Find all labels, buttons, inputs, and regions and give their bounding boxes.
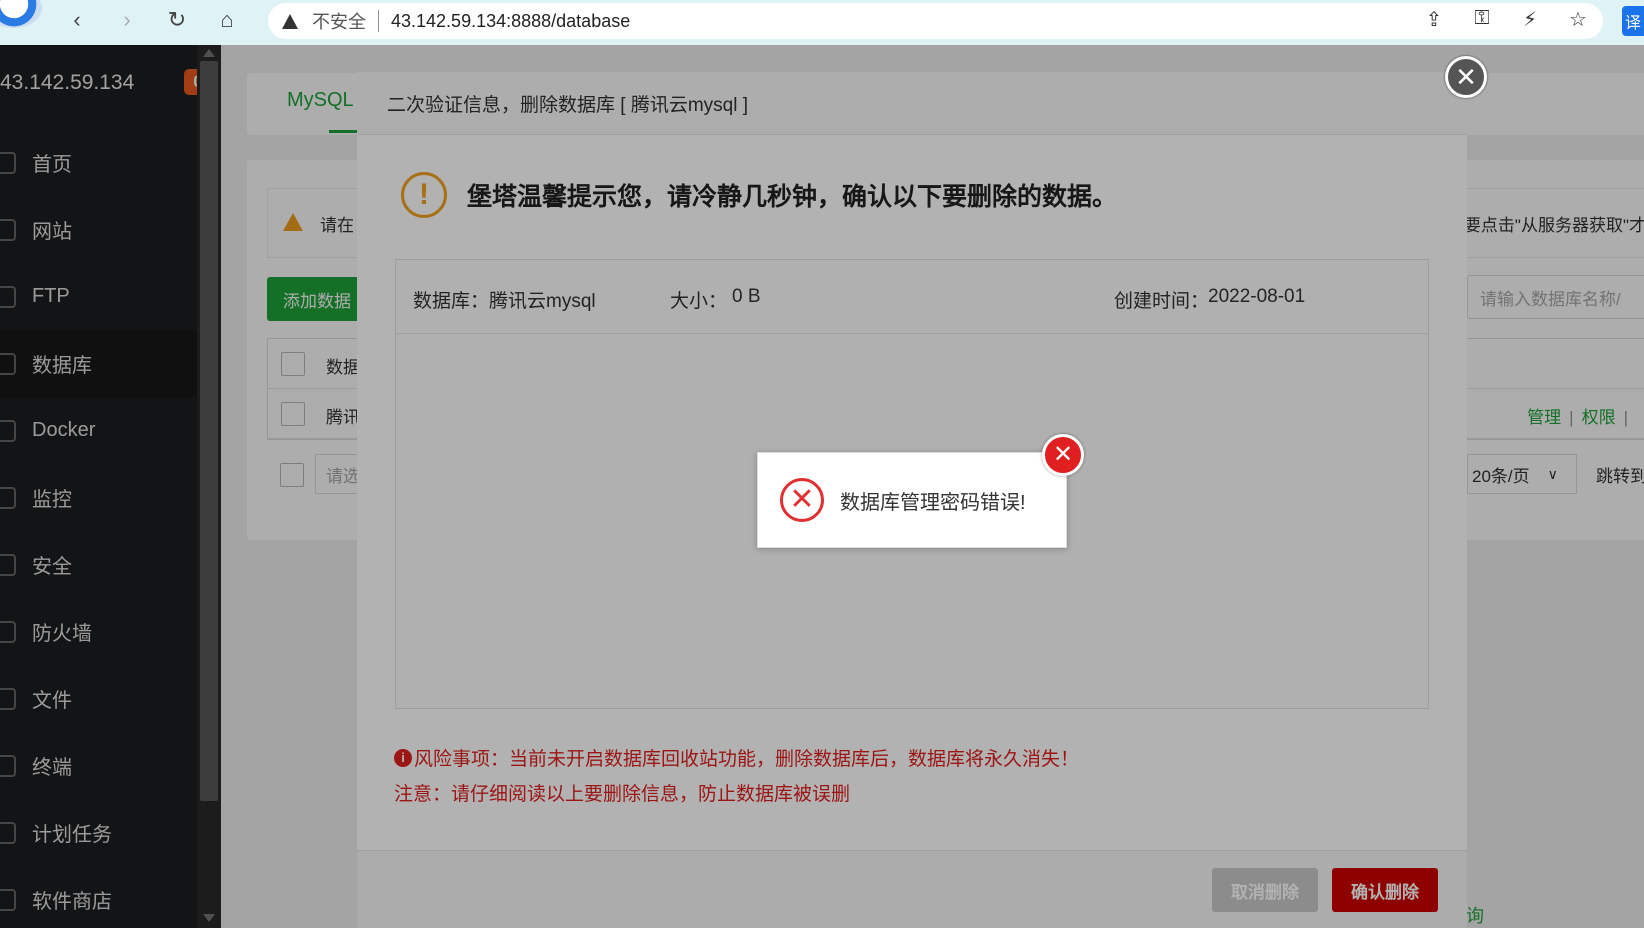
key-icon[interactable]: ⚿ — [1467, 7, 1497, 32]
share-icon[interactable]: ⇪ — [1419, 7, 1449, 32]
url-text[interactable]: 43.142.59.134:8888/database — [391, 11, 630, 32]
security-label[interactable]: 不安全 — [312, 8, 366, 34]
close-toast-icon[interactable]: ✕ — [1042, 434, 1084, 476]
star-icon[interactable]: ☆ — [1563, 7, 1593, 32]
home-icon[interactable]: ⌂ — [212, 5, 242, 35]
url-divider — [378, 10, 379, 32]
warning-icon — [282, 13, 298, 29]
back-icon[interactable]: ‹ — [62, 5, 92, 35]
toast-message: 数据库管理密码错误! — [840, 491, 1026, 514]
address-bar[interactable]: 不安全 43.142.59.134:8888/database ⇪ ⚿ ⚡ ☆ — [268, 3, 1603, 39]
browser-logo-icon — [0, 0, 42, 28]
forward-icon[interactable]: › — [112, 5, 142, 35]
close-dialog-icon[interactable]: ✕ — [1445, 56, 1487, 98]
reload-icon[interactable]: ↻ — [162, 5, 192, 35]
translate-button[interactable]: 译 — [1622, 6, 1644, 36]
browser-toolbar: ‹ › ↻ ⌂ 不安全 43.142.59.134:8888/database … — [0, 0, 1644, 45]
lightning-icon[interactable]: ⚡ — [1515, 7, 1545, 32]
error-x-icon: ✕ — [780, 478, 824, 522]
error-toast: ✕ 数据库管理密码错误! — [757, 452, 1067, 548]
